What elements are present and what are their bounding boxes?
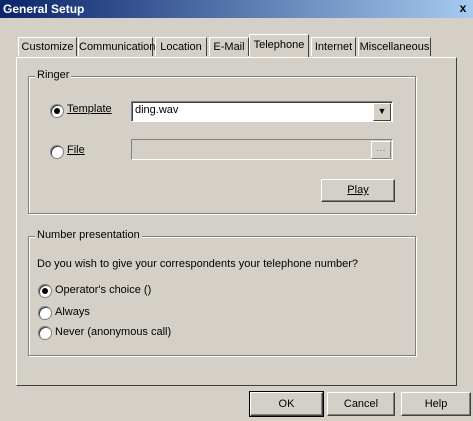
always-label[interactable]: Always <box>55 306 90 318</box>
tab-communication[interactable]: Communication <box>78 37 155 56</box>
ok-button[interactable]: OK <box>249 391 324 417</box>
file-label[interactable]: File <box>67 144 85 156</box>
template-label-text: Template <box>67 103 112 115</box>
file-radio[interactable] <box>50 145 64 159</box>
always-radio[interactable] <box>38 306 52 320</box>
template-label[interactable]: Template <box>67 103 112 115</box>
template-select[interactable]: ding.wav ▼ <box>131 101 393 122</box>
cancel-button[interactable]: Cancel <box>327 392 395 416</box>
tab-internet[interactable]: Internet <box>311 37 356 56</box>
tab-email[interactable]: E-Mail <box>209 37 249 56</box>
tab-location[interactable]: Location <box>155 37 207 56</box>
file-path-field: ... <box>131 139 393 160</box>
help-button[interactable]: Help <box>401 392 471 416</box>
ringer-group-label: Ringer <box>35 69 72 81</box>
window-title: General Setup <box>3 2 85 16</box>
file-label-text: File <box>67 144 85 156</box>
title-bar: General Setup x <box>0 0 473 18</box>
operators-choice-radio[interactable] <box>38 284 52 298</box>
never-radio[interactable] <box>38 326 52 340</box>
browse-button: ... <box>371 141 391 159</box>
number-presentation-group-label: Number presentation <box>35 229 142 241</box>
play-button[interactable]: Play <box>321 179 395 202</box>
tab-telephone[interactable]: Telephone <box>249 34 309 57</box>
radio-selected-dot <box>54 108 60 114</box>
tab-customize[interactable]: Customize <box>18 37 77 56</box>
chevron-down-icon[interactable]: ▼ <box>373 103 391 121</box>
never-label[interactable]: Never (anonymous call) <box>55 326 171 338</box>
template-value: ding.wav <box>135 104 179 116</box>
general-setup-dialog: General Setup x Customize Communication … <box>0 0 473 421</box>
radio-selected-dot <box>42 288 48 294</box>
close-button[interactable]: x <box>455 1 471 15</box>
template-radio[interactable] <box>50 104 64 118</box>
operators-choice-label[interactable]: Operator's choice () <box>55 284 151 296</box>
tab-miscellaneous[interactable]: Miscellaneous <box>358 37 431 56</box>
play-button-label: Play <box>347 184 369 196</box>
number-presentation-group <box>28 236 416 356</box>
number-presentation-question: Do you wish to give your correspondents … <box>37 258 359 270</box>
